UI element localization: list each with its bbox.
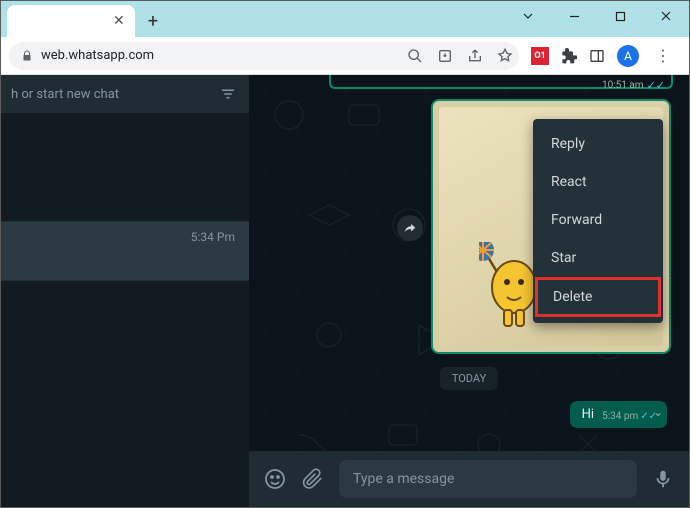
install-icon[interactable]: [437, 48, 453, 64]
ctx-reply[interactable]: Reply: [533, 125, 663, 163]
messages-area: 10:51 am ✓✓: [249, 75, 689, 451]
search-chats-input[interactable]: h or start new chat: [1, 75, 249, 113]
read-ticks-icon: ✓✓: [647, 79, 665, 92]
date-divider: TODAY: [440, 367, 498, 390]
close-tab-icon[interactable]: ✕: [113, 14, 127, 28]
chat-item-time: 5:34 Pm: [191, 230, 235, 244]
message-context-menu: Reply React Forward Star Delete: [533, 119, 663, 323]
browser-tab[interactable]: ✕: [7, 5, 135, 37]
chat-list-sidebar: h or start new chat 5:34 Pm: [1, 75, 249, 507]
lock-icon: [21, 50, 33, 62]
mic-icon[interactable]: [651, 467, 675, 491]
url-text: web.whatsapp.com: [41, 48, 154, 63]
message-input[interactable]: Type a message: [339, 460, 637, 498]
window-close-button[interactable]: [643, 1, 689, 31]
conversation-pane: 10:51 am ✓✓: [249, 75, 689, 507]
extension-badge[interactable]: O1: [531, 47, 549, 65]
url-field[interactable]: web.whatsapp.com: [9, 42, 519, 70]
ctx-star[interactable]: Star: [533, 239, 663, 277]
chat-list-item[interactable]: 5:34 Pm: [1, 221, 249, 281]
outgoing-message-bubble[interactable]: Hi 5:34 pm ✓✓ ⌄: [570, 401, 667, 428]
message-meta: 5:34 pm ✓✓: [602, 411, 657, 422]
forward-shortcut-icon[interactable]: [397, 215, 423, 241]
attach-icon[interactable]: [301, 467, 325, 491]
filter-icon[interactable]: [219, 85, 239, 103]
ctx-forward[interactable]: Forward: [533, 201, 663, 239]
profile-avatar[interactable]: A: [617, 45, 639, 67]
share-icon[interactable]: [467, 48, 483, 64]
bookmark-star-icon[interactable]: [497, 48, 513, 64]
extensions-icon[interactable]: [561, 48, 577, 64]
search-placeholder: h or start new chat: [11, 87, 219, 102]
browser-titlebar: ✕ +: [1, 1, 689, 37]
ctx-delete[interactable]: Delete: [535, 277, 661, 317]
message-text: Hi: [582, 407, 594, 422]
browser-menu-icon[interactable]: ⋮: [651, 46, 675, 65]
message-input-placeholder: Type a message: [353, 471, 454, 487]
chevron-down-icon[interactable]: ⌄: [653, 405, 663, 419]
whatsapp-app: h or start new chat 5:34 Pm: [1, 75, 689, 507]
message-composer: Type a message: [249, 451, 689, 507]
window-maximize-button[interactable]: [597, 1, 643, 31]
dropdown-caret-icon[interactable]: [505, 1, 551, 31]
browser-address-bar: web.whatsapp.com O1 A ⋮: [1, 37, 689, 75]
search-icon[interactable]: [407, 48, 423, 64]
prev-message-time: 10:51 am ✓✓: [602, 79, 665, 92]
panel-icon[interactable]: [589, 48, 605, 64]
ctx-react[interactable]: React: [533, 163, 663, 201]
emoji-icon[interactable]: [263, 467, 287, 491]
window-minimize-button[interactable]: [551, 1, 597, 31]
new-tab-button[interactable]: +: [139, 7, 167, 35]
